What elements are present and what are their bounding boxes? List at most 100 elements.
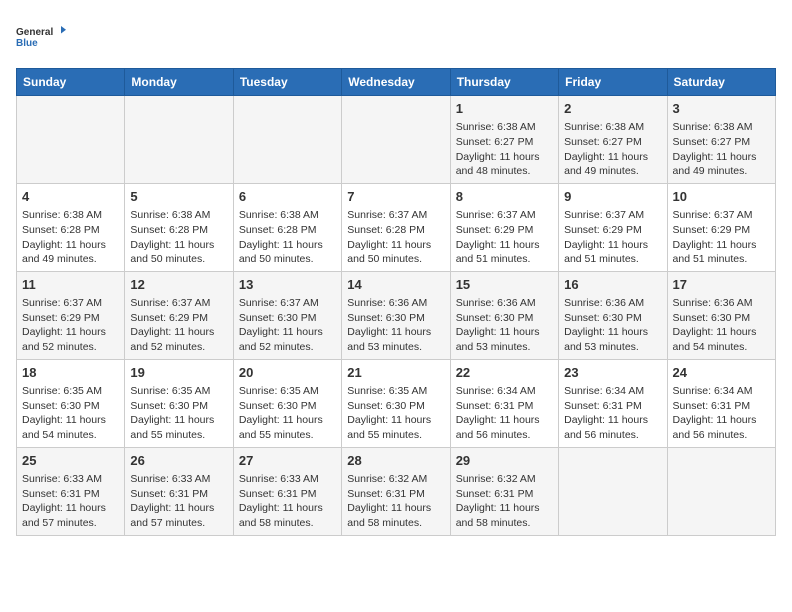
calendar-cell: 22 Sunrise: 6:34 AM Sunset: 6:31 PM Dayli… <box>450 359 558 447</box>
calendar-cell: 24 Sunrise: 6:34 AM Sunset: 6:31 PM Dayli… <box>667 359 775 447</box>
day-info: Sunrise: 6:33 AM Sunset: 6:31 PM Dayligh… <box>239 472 336 531</box>
col-header-saturday: Saturday <box>667 69 775 96</box>
day-info: Sunrise: 6:37 AM Sunset: 6:29 PM Dayligh… <box>564 208 661 267</box>
day-number: 8 <box>456 188 553 206</box>
day-number: 23 <box>564 364 661 382</box>
day-info: Sunrise: 6:38 AM Sunset: 6:28 PM Dayligh… <box>22 208 119 267</box>
day-number: 18 <box>22 364 119 382</box>
day-number: 13 <box>239 276 336 294</box>
col-header-wednesday: Wednesday <box>342 69 450 96</box>
page-header: General Blue <box>16 16 776 56</box>
calendar-week-row: 11 Sunrise: 6:37 AM Sunset: 6:29 PM Dayli… <box>17 271 776 359</box>
day-number: 12 <box>130 276 227 294</box>
calendar-cell <box>233 96 341 184</box>
day-info: Sunrise: 6:34 AM Sunset: 6:31 PM Dayligh… <box>564 384 661 443</box>
calendar-cell: 16 Sunrise: 6:36 AM Sunset: 6:30 PM Dayli… <box>559 271 667 359</box>
col-header-tuesday: Tuesday <box>233 69 341 96</box>
day-info: Sunrise: 6:36 AM Sunset: 6:30 PM Dayligh… <box>564 296 661 355</box>
day-info: Sunrise: 6:37 AM Sunset: 6:28 PM Dayligh… <box>347 208 444 267</box>
calendar-cell: 18 Sunrise: 6:35 AM Sunset: 6:30 PM Dayli… <box>17 359 125 447</box>
day-number: 7 <box>347 188 444 206</box>
logo-svg: General Blue <box>16 16 66 56</box>
calendar-cell: 29 Sunrise: 6:32 AM Sunset: 6:31 PM Dayli… <box>450 447 558 535</box>
day-number: 22 <box>456 364 553 382</box>
calendar-week-row: 25 Sunrise: 6:33 AM Sunset: 6:31 PM Dayli… <box>17 447 776 535</box>
day-info: Sunrise: 6:33 AM Sunset: 6:31 PM Dayligh… <box>130 472 227 531</box>
calendar-header-row: SundayMondayTuesdayWednesdayThursdayFrid… <box>17 69 776 96</box>
day-number: 6 <box>239 188 336 206</box>
svg-text:Blue: Blue <box>16 38 38 49</box>
day-info: Sunrise: 6:38 AM Sunset: 6:28 PM Dayligh… <box>130 208 227 267</box>
calendar-cell: 8Sunrise: 6:37 AM Sunset: 6:29 PM Daylig… <box>450 183 558 271</box>
calendar-cell: 14 Sunrise: 6:36 AM Sunset: 6:30 PM Dayli… <box>342 271 450 359</box>
day-number: 28 <box>347 452 444 470</box>
day-number: 21 <box>347 364 444 382</box>
day-info: Sunrise: 6:33 AM Sunset: 6:31 PM Dayligh… <box>22 472 119 531</box>
day-number: 24 <box>673 364 770 382</box>
day-info: Sunrise: 6:32 AM Sunset: 6:31 PM Dayligh… <box>347 472 444 531</box>
calendar-cell: 12 Sunrise: 6:37 AM Sunset: 6:29 PM Dayli… <box>125 271 233 359</box>
day-info: Sunrise: 6:35 AM Sunset: 6:30 PM Dayligh… <box>239 384 336 443</box>
day-info: Sunrise: 6:35 AM Sunset: 6:30 PM Dayligh… <box>347 384 444 443</box>
day-info: Sunrise: 6:36 AM Sunset: 6:30 PM Dayligh… <box>673 296 770 355</box>
calendar-cell <box>342 96 450 184</box>
calendar-table: SundayMondayTuesdayWednesdayThursdayFrid… <box>16 68 776 536</box>
calendar-cell: 3Sunrise: 6:38 AM Sunset: 6:27 PM Daylig… <box>667 96 775 184</box>
calendar-cell <box>559 447 667 535</box>
svg-text:General: General <box>16 27 53 38</box>
calendar-cell: 1 Sunrise: 6:38 AM Sunset: 6:27 PM Daylig… <box>450 96 558 184</box>
day-number: 1 <box>456 100 553 118</box>
calendar-cell: 19 Sunrise: 6:35 AM Sunset: 6:30 PM Dayli… <box>125 359 233 447</box>
day-number: 3 <box>673 100 770 118</box>
calendar-week-row: 18 Sunrise: 6:35 AM Sunset: 6:30 PM Dayli… <box>17 359 776 447</box>
calendar-cell <box>17 96 125 184</box>
day-info: Sunrise: 6:32 AM Sunset: 6:31 PM Dayligh… <box>456 472 553 531</box>
day-info: Sunrise: 6:38 AM Sunset: 6:27 PM Dayligh… <box>456 120 553 179</box>
calendar-cell: 9 Sunrise: 6:37 AM Sunset: 6:29 PM Daylig… <box>559 183 667 271</box>
calendar-cell: 27 Sunrise: 6:33 AM Sunset: 6:31 PM Dayli… <box>233 447 341 535</box>
day-info: Sunrise: 6:35 AM Sunset: 6:30 PM Dayligh… <box>130 384 227 443</box>
day-number: 2 <box>564 100 661 118</box>
calendar-week-row: 4 Sunrise: 6:38 AM Sunset: 6:28 PM Daylig… <box>17 183 776 271</box>
day-info: Sunrise: 6:37 AM Sunset: 6:29 PM Dayligh… <box>22 296 119 355</box>
day-number: 11 <box>22 276 119 294</box>
calendar-cell: 15Sunrise: 6:36 AM Sunset: 6:30 PM Dayli… <box>450 271 558 359</box>
day-number: 16 <box>564 276 661 294</box>
day-number: 10 <box>673 188 770 206</box>
day-number: 27 <box>239 452 336 470</box>
calendar-cell <box>667 447 775 535</box>
day-number: 5 <box>130 188 227 206</box>
day-info: Sunrise: 6:36 AM Sunset: 6:30 PM Dayligh… <box>347 296 444 355</box>
day-number: 14 <box>347 276 444 294</box>
calendar-cell: 6Sunrise: 6:38 AM Sunset: 6:28 PM Daylig… <box>233 183 341 271</box>
calendar-cell: 20 Sunrise: 6:35 AM Sunset: 6:30 PM Dayli… <box>233 359 341 447</box>
day-number: 9 <box>564 188 661 206</box>
col-header-sunday: Sunday <box>17 69 125 96</box>
day-number: 19 <box>130 364 227 382</box>
day-info: Sunrise: 6:37 AM Sunset: 6:29 PM Dayligh… <box>130 296 227 355</box>
calendar-cell: 25 Sunrise: 6:33 AM Sunset: 6:31 PM Dayli… <box>17 447 125 535</box>
day-number: 4 <box>22 188 119 206</box>
day-info: Sunrise: 6:35 AM Sunset: 6:30 PM Dayligh… <box>22 384 119 443</box>
calendar-cell: 21 Sunrise: 6:35 AM Sunset: 6:30 PM Dayli… <box>342 359 450 447</box>
calendar-cell: 28 Sunrise: 6:32 AM Sunset: 6:31 PM Dayli… <box>342 447 450 535</box>
day-info: Sunrise: 6:38 AM Sunset: 6:27 PM Dayligh… <box>564 120 661 179</box>
calendar-cell: 7 Sunrise: 6:37 AM Sunset: 6:28 PM Daylig… <box>342 183 450 271</box>
day-number: 26 <box>130 452 227 470</box>
day-info: Sunrise: 6:37 AM Sunset: 6:30 PM Dayligh… <box>239 296 336 355</box>
calendar-cell: 2 Sunrise: 6:38 AM Sunset: 6:27 PM Daylig… <box>559 96 667 184</box>
day-number: 20 <box>239 364 336 382</box>
day-number: 17 <box>673 276 770 294</box>
logo: General Blue <box>16 16 66 56</box>
col-header-friday: Friday <box>559 69 667 96</box>
calendar-cell: 4 Sunrise: 6:38 AM Sunset: 6:28 PM Daylig… <box>17 183 125 271</box>
day-number: 25 <box>22 452 119 470</box>
day-number: 29 <box>456 452 553 470</box>
day-info: Sunrise: 6:34 AM Sunset: 6:31 PM Dayligh… <box>673 384 770 443</box>
day-info: Sunrise: 6:37 AM Sunset: 6:29 PM Dayligh… <box>673 208 770 267</box>
calendar-cell <box>125 96 233 184</box>
day-info: Sunrise: 6:34 AM Sunset: 6:31 PM Dayligh… <box>456 384 553 443</box>
calendar-cell: 11 Sunrise: 6:37 AM Sunset: 6:29 PM Dayli… <box>17 271 125 359</box>
calendar-cell: 23 Sunrise: 6:34 AM Sunset: 6:31 PM Dayli… <box>559 359 667 447</box>
day-number: 15 <box>456 276 553 294</box>
